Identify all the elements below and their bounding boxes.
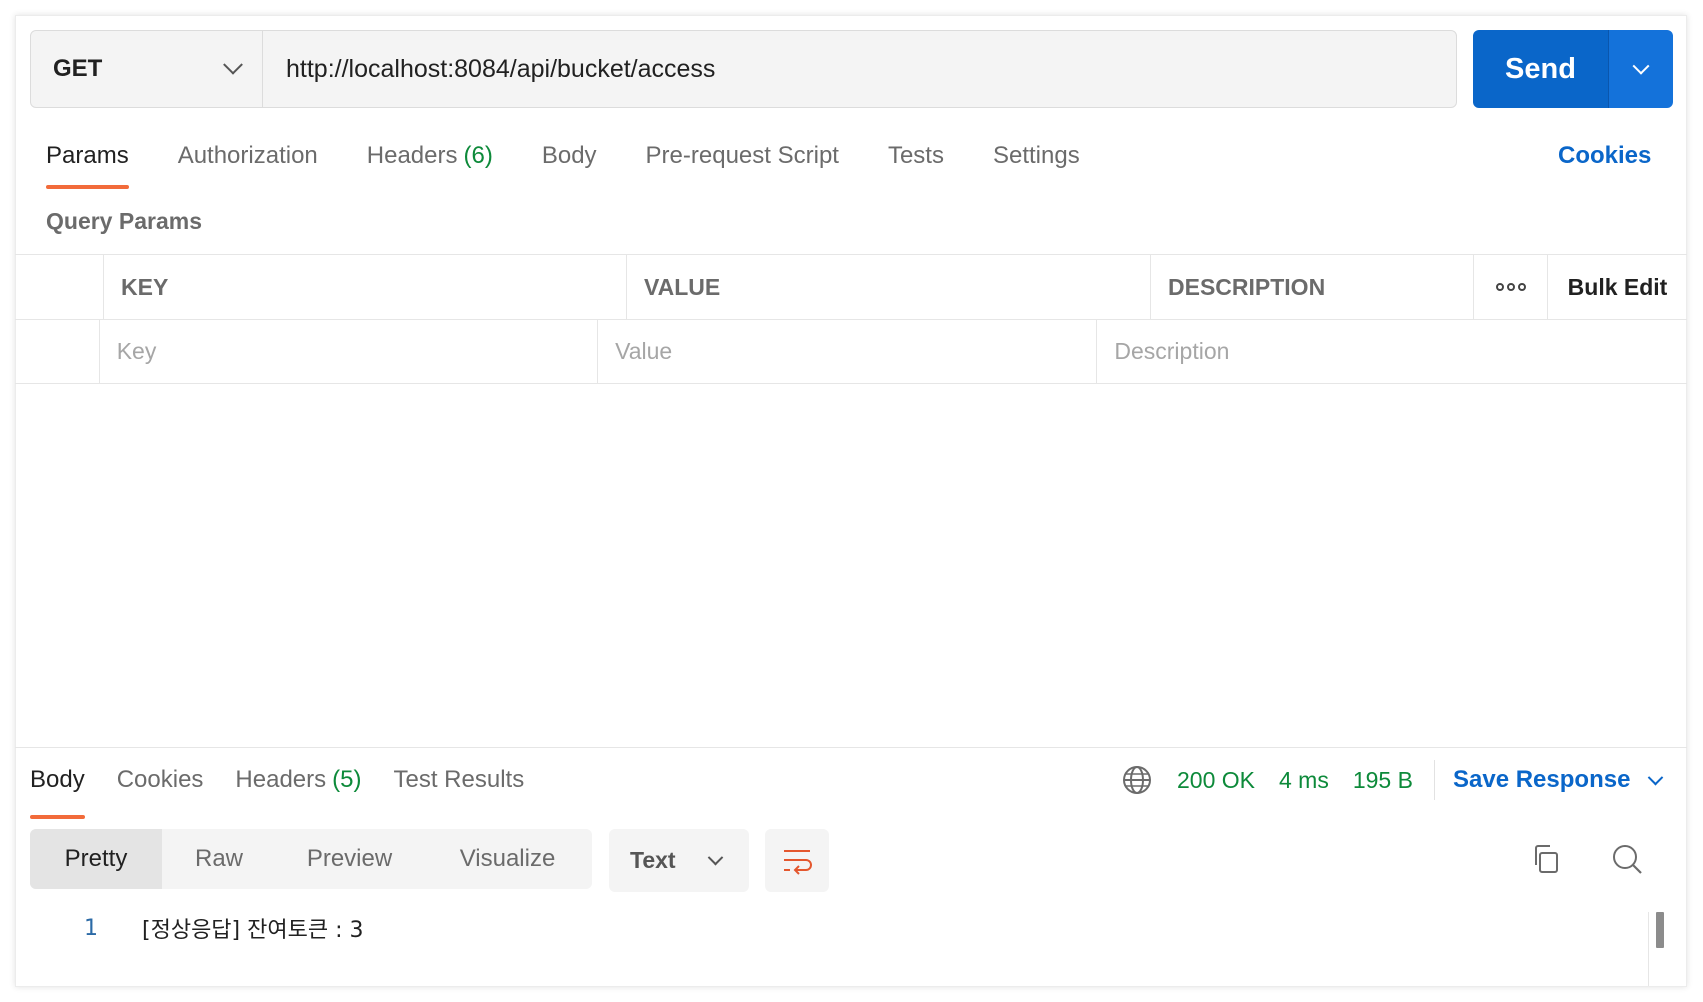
value-input[interactable]: Value xyxy=(597,320,1096,383)
tab-label: Cookies xyxy=(116,766,204,793)
chevron-down-icon xyxy=(1632,57,1650,75)
mode-preview[interactable]: Preview xyxy=(276,829,423,889)
tab-tests[interactable]: Tests xyxy=(888,138,944,192)
table-header-row: KEY VALUE DESCRIPTION Bulk Edit xyxy=(15,254,1687,319)
tab-label: Settings xyxy=(992,142,1080,169)
tab-label: Headers xyxy=(235,766,327,793)
scrollbar-track xyxy=(1648,912,1649,986)
code-line: 1 [정상응답] 잔여토큰 : 3 xyxy=(84,912,363,944)
tab-label: Body xyxy=(30,766,85,793)
query-params-title: Query Params xyxy=(46,208,202,234)
tab-settings[interactable]: Settings xyxy=(993,138,1080,192)
line-number: 1 xyxy=(84,915,98,941)
url-input[interactable] xyxy=(263,31,1456,107)
copy-icon[interactable] xyxy=(1530,842,1564,876)
tab-params[interactable]: Params xyxy=(46,138,129,192)
tab-body[interactable]: Body xyxy=(542,138,597,192)
tab-label: Tests xyxy=(887,142,944,169)
query-params-table: KEY VALUE DESCRIPTION Bulk Edit Key Valu… xyxy=(15,254,1687,384)
description-input[interactable]: Description xyxy=(1096,320,1687,383)
format-select[interactable]: Text xyxy=(609,829,749,892)
status-code[interactable]: 200 OK xyxy=(1177,763,1255,797)
chevron-down-icon xyxy=(707,849,724,866)
method-select[interactable]: GET xyxy=(31,31,263,107)
save-response-button[interactable]: Save Response xyxy=(1453,763,1664,797)
send-button[interactable]: Send xyxy=(1473,30,1608,108)
mode-pretty[interactable]: Pretty xyxy=(30,829,162,889)
mode-visualize[interactable]: Visualize xyxy=(423,829,592,889)
word-wrap-icon xyxy=(784,849,812,875)
save-response-label: Save Response xyxy=(1453,766,1631,793)
tab-headers[interactable]: Headers (6) xyxy=(367,138,493,192)
url-bar: GET xyxy=(30,30,1457,108)
tab-count: (5) xyxy=(332,766,362,793)
response-size[interactable]: 195 B xyxy=(1353,763,1413,797)
response-divider[interactable] xyxy=(15,747,1687,748)
scrollbar-thumb[interactable] xyxy=(1656,912,1664,948)
more-options-button[interactable] xyxy=(1473,255,1547,319)
table-row: Key Value Description xyxy=(15,319,1687,384)
globe-icon[interactable] xyxy=(1121,764,1153,796)
cookies-link[interactable]: Cookies xyxy=(1558,138,1651,174)
tab-authorization[interactable]: Authorization xyxy=(178,138,318,192)
format-label: Text xyxy=(630,847,676,873)
send-button-group: Send xyxy=(1473,30,1673,108)
response-body-text: [정상응답] 잔여토큰 : 3 xyxy=(142,918,364,943)
row-checkbox-cell xyxy=(15,320,99,383)
bulk-edit-button[interactable]: Bulk Edit xyxy=(1547,255,1687,319)
mode-raw[interactable]: Raw xyxy=(162,829,276,889)
response-tab-body[interactable]: Body xyxy=(30,763,85,819)
tab-label: Headers xyxy=(366,142,458,169)
chevron-down-icon xyxy=(223,54,243,75)
response-tab-test-results[interactable]: Test Results xyxy=(393,763,524,813)
response-tabs: Body Cookies Headers (5) Test Results xyxy=(30,763,556,819)
key-column-header: KEY xyxy=(103,255,626,319)
response-time[interactable]: 4 ms xyxy=(1279,763,1329,797)
tab-label: Params xyxy=(46,142,129,169)
value-column-header: VALUE xyxy=(626,255,1150,319)
description-column-header: DESCRIPTION xyxy=(1150,255,1473,319)
send-options-button[interactable] xyxy=(1608,30,1673,108)
view-mode-group: Pretty Raw Preview Visualize xyxy=(30,829,592,889)
word-wrap-button[interactable] xyxy=(765,829,829,892)
response-status-bar: 200 OK 4 ms 195 B xyxy=(1177,763,1413,797)
tab-label: Pre-request Script xyxy=(645,142,839,169)
tab-label: Body xyxy=(541,142,597,169)
method-label: GET xyxy=(53,55,103,82)
chevron-down-icon xyxy=(1648,769,1664,785)
key-input[interactable]: Key xyxy=(98,320,597,383)
tab-label: Authorization xyxy=(177,142,318,169)
response-tab-headers[interactable]: Headers (5) xyxy=(235,763,361,813)
checkbox-column-header xyxy=(15,255,103,319)
request-tabs: Params Authorization Headers (6) Body Pre… xyxy=(46,138,1129,192)
response-tab-cookies[interactable]: Cookies xyxy=(117,763,204,813)
tab-count: (6) xyxy=(463,142,493,169)
more-options-icon xyxy=(1495,283,1526,291)
search-icon[interactable] xyxy=(1610,842,1644,876)
tab-pre-request-script[interactable]: Pre-request Script xyxy=(646,138,839,192)
tab-label: Test Results xyxy=(393,766,525,793)
divider xyxy=(1434,760,1435,800)
